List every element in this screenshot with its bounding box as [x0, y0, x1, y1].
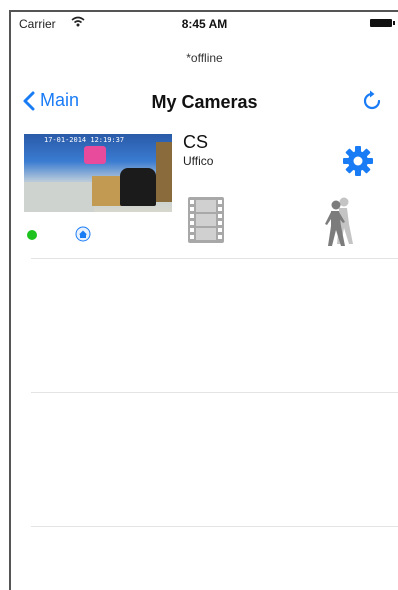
- thumbnail-timestamp: 17-01-2014 12:19:37: [44, 136, 125, 144]
- recordings-button[interactable]: [187, 196, 225, 249]
- camera-location: Uffico: [183, 154, 214, 168]
- thumbnail-shelf: [156, 142, 172, 202]
- page-title: My Cameras: [151, 92, 258, 112]
- film-strip-icon: [188, 197, 224, 243]
- app-frame: Carrier 8:45 AM *offline Main My Cameras: [9, 10, 398, 590]
- refresh-icon: [363, 90, 381, 110]
- camera-name: CS: [183, 132, 209, 152]
- home-icon: [75, 226, 91, 242]
- connection-status: *offline: [186, 51, 223, 65]
- battery-icon: [370, 19, 395, 27]
- refresh-button[interactable]: [360, 89, 384, 118]
- navigation-bar: Main My Cameras: [11, 84, 398, 122]
- thumbnail-sign: [84, 146, 106, 164]
- row-divider: [31, 392, 398, 393]
- status-bar: Carrier 8:45 AM: [11, 12, 398, 34]
- row-divider: [31, 526, 398, 527]
- camera-settings-button[interactable]: [341, 144, 375, 183]
- walking-person-icon: [325, 197, 353, 246]
- camera-list-item[interactable]: 17-01-2014 12:19:37 CS Uffico: [11, 130, 398, 260]
- motion-detection-button[interactable]: [319, 196, 359, 253]
- online-status-dot: [27, 230, 37, 240]
- row-divider: [31, 258, 398, 259]
- camera-thumbnail[interactable]: 17-01-2014 12:19:37: [24, 134, 172, 212]
- gear-icon: [343, 146, 373, 176]
- thumbnail-box: [92, 176, 122, 206]
- status-time: 8:45 AM: [181, 17, 228, 31]
- thumbnail-person: [120, 168, 156, 206]
- thumbnail-desk: [24, 182, 94, 212]
